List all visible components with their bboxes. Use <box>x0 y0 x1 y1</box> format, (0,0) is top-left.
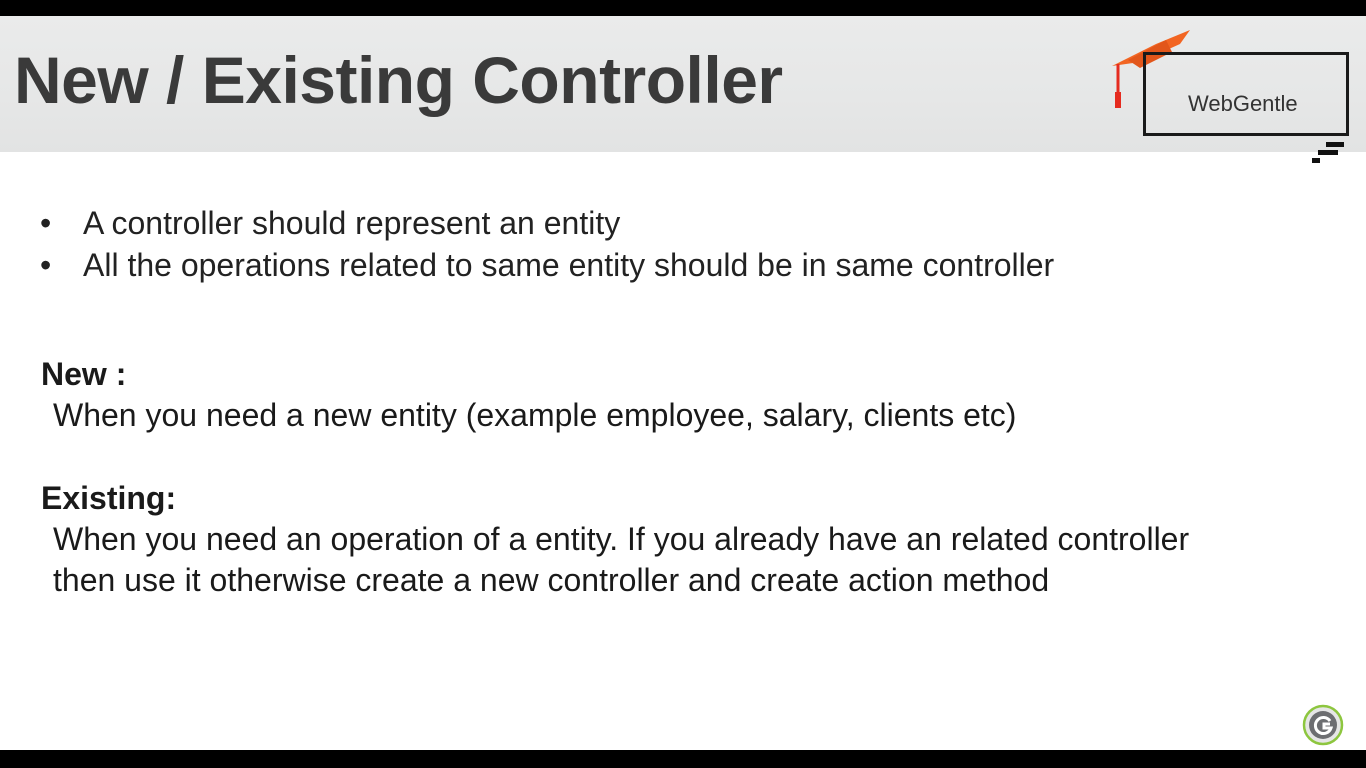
slide: New / Existing Controller WebGentle • A c… <box>0 16 1366 750</box>
channel-logo-icon <box>1302 704 1344 746</box>
slide-content: • A controller should represent an entity… <box>0 16 1366 750</box>
bullet-item: • All the operations related to same enti… <box>40 247 1055 283</box>
bullet-list: • A controller should represent an entity… <box>40 202 1290 286</box>
section-existing-label: Existing: <box>41 480 177 516</box>
section-new-label: New : <box>41 356 127 392</box>
section-existing-body: When you need an operation of a entity. … <box>53 521 1190 598</box>
section-new-body: When you need a new entity (example empl… <box>53 397 1017 433</box>
bullet-item: • A controller should represent an entity <box>40 205 621 241</box>
